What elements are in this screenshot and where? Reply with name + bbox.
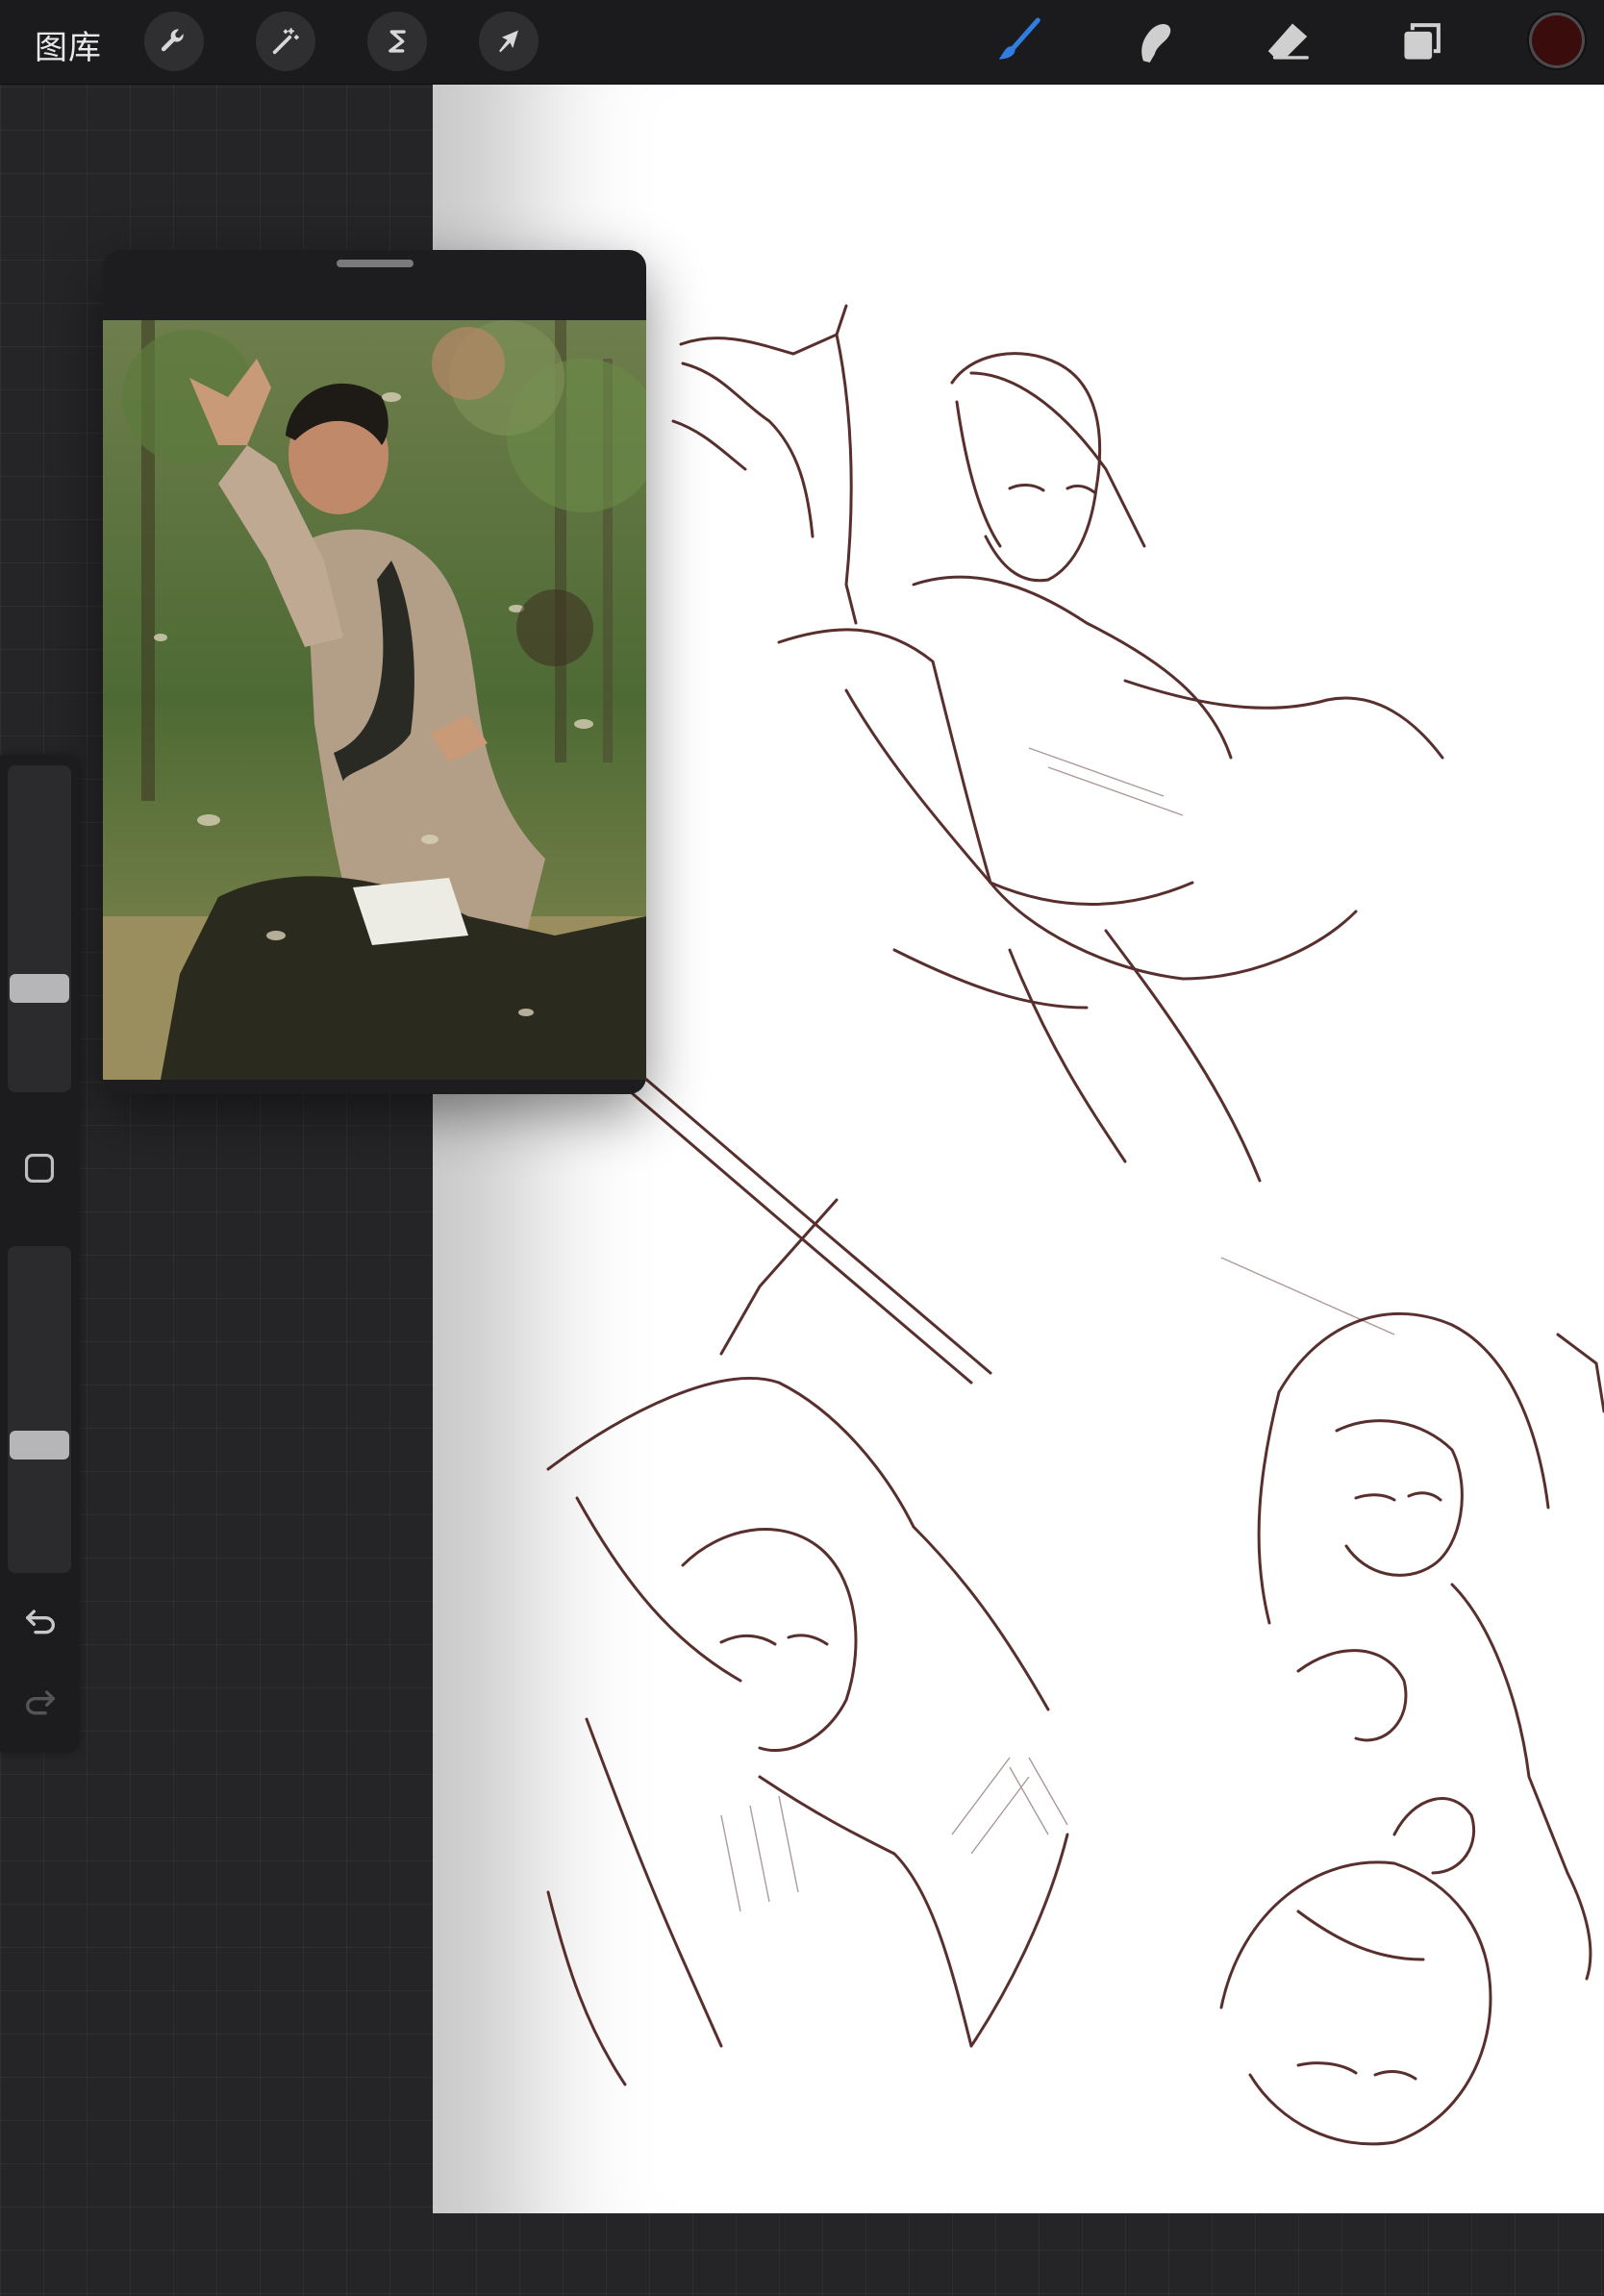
- undo-button[interactable]: [19, 1602, 62, 1640]
- selection-button[interactable]: [367, 12, 427, 71]
- magic-wand-icon: [272, 28, 299, 55]
- actions-button[interactable]: [144, 12, 204, 71]
- redo-button[interactable]: [19, 1683, 62, 1721]
- brush-size-thumb[interactable]: [10, 974, 69, 1003]
- brush-size-slider[interactable]: [8, 765, 71, 1092]
- layers-tool[interactable]: [1391, 12, 1454, 71]
- smudge-tool[interactable]: [1121, 12, 1185, 71]
- smudge-finger-icon: [1141, 24, 1171, 62]
- opacity-slider[interactable]: [8, 1246, 71, 1573]
- layers-icon: [1404, 23, 1441, 60]
- reference-window[interactable]: [103, 250, 646, 1094]
- reference-drag-handle[interactable]: [337, 260, 414, 267]
- color-picker[interactable]: [1529, 12, 1585, 68]
- left-sidebar: [0, 756, 79, 1752]
- brush-tool[interactable]: [987, 12, 1050, 71]
- brush-icon: [998, 17, 1040, 60]
- redo-arrow-icon: [25, 1690, 55, 1715]
- selection-s-icon: [388, 30, 406, 53]
- square-modify-icon: [24, 1153, 55, 1184]
- wrench-icon: [161, 29, 184, 52]
- opacity-thumb[interactable]: [10, 1431, 69, 1460]
- eraser-icon: [1267, 23, 1309, 60]
- eraser-tool[interactable]: [1256, 12, 1319, 71]
- gallery-button[interactable]: 图库: [35, 21, 102, 68]
- adjustments-button[interactable]: [256, 12, 315, 71]
- undo-arrow-icon: [26, 1610, 56, 1635]
- arrow-cursor-icon: [499, 30, 518, 53]
- top-toolbar: 图库: [0, 0, 1604, 85]
- reference-photo: [103, 320, 646, 1080]
- modify-button[interactable]: [21, 1150, 58, 1186]
- transform-button[interactable]: [479, 12, 539, 71]
